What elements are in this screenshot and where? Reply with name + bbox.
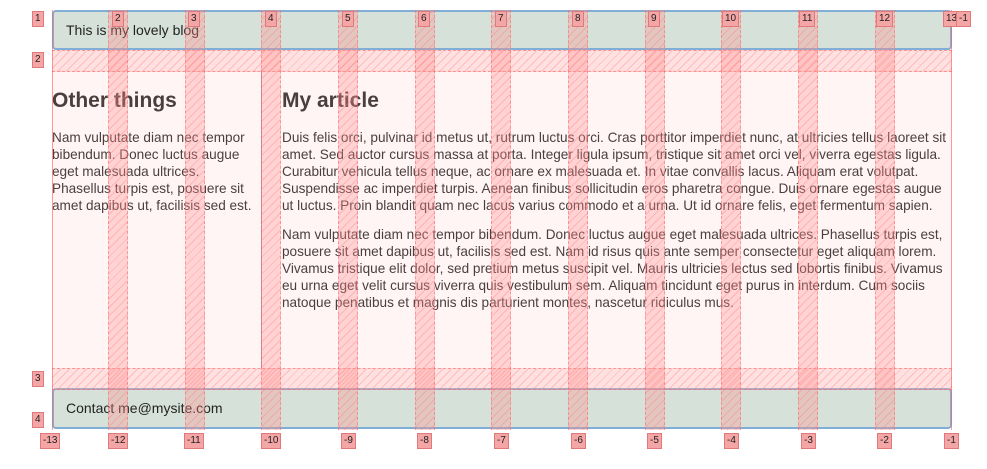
grid-label-col-top: 8	[572, 11, 584, 27]
grid-col-gap-3	[185, 10, 205, 430]
grid-col-gap-10	[721, 10, 741, 430]
grid-col-gap-11	[798, 10, 818, 430]
grid-label-col-bottom: -5	[647, 433, 662, 449]
grid-col-gap-8	[568, 10, 588, 430]
grid-label-col-top: 1	[32, 11, 44, 27]
grid-col-gap-7	[491, 10, 511, 430]
grid-label-col-bottom: -3	[801, 433, 816, 449]
grid-label-col-top: 5	[342, 11, 354, 27]
grid-label-col-bottom: -9	[341, 433, 356, 449]
grid-label-col-top: 7	[495, 11, 507, 27]
grid-label-col-top: 3	[188, 11, 200, 27]
grid-label-col-bottom: -11	[184, 433, 204, 449]
grid-label-col-bottom: -6	[571, 433, 586, 449]
grid-col-gap-5	[338, 10, 358, 430]
grid-label-col-top: 12	[876, 11, 894, 27]
grid-label-col-bottom: -12	[108, 433, 129, 449]
grid-line-13	[951, 10, 952, 430]
grid-label-row: 3	[32, 371, 44, 387]
grid-label-row: 2	[32, 52, 44, 68]
grid-line-1	[52, 10, 53, 430]
grid-label-col-top: 2	[112, 11, 124, 27]
grid-label-col-bottom: -10	[261, 433, 282, 449]
grid-label-col-top: 10	[722, 11, 740, 27]
grid-label-col-bottom: -4	[724, 433, 739, 449]
grid-label-col-bottom: -2	[877, 433, 892, 449]
grid-col-gap-6	[415, 10, 435, 430]
grid-label-col-bottom: -1	[944, 433, 959, 449]
grid-label-col-bottom: -7	[494, 433, 509, 449]
grid-label-col-bottom: -8	[417, 433, 432, 449]
grid-label-col-top: 4	[265, 11, 277, 27]
grid-label-col-bottom: -13	[40, 433, 61, 449]
grid-col-gap-4	[261, 10, 281, 430]
header-text: This is my lovely blog	[66, 22, 200, 38]
grid-label-col-top: 6	[418, 11, 430, 27]
grid-label-col-top: -1	[956, 11, 971, 27]
grid-col-gap-9	[645, 10, 665, 430]
grid-label-col-top: 11	[799, 11, 816, 27]
grid-label-row: 4	[32, 412, 44, 428]
grid-label-col-top: 9	[648, 11, 660, 27]
grid-col-gap-12	[875, 10, 895, 430]
grid-col-gap-2	[108, 10, 128, 430]
